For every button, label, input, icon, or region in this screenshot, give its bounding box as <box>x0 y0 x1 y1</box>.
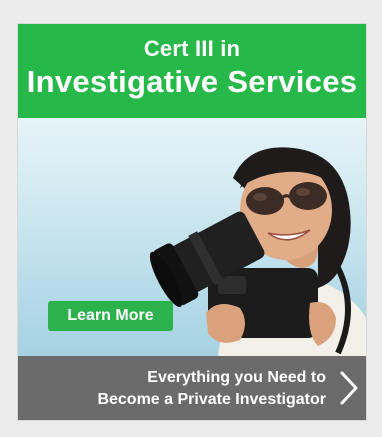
footer-line2: Become a Private Investigator <box>97 391 326 408</box>
course-ad-banner[interactable]: Cert III in Investigative Services Learn… <box>18 24 366 420</box>
learn-more-button[interactable]: Learn More <box>48 301 173 331</box>
ad-heading-line1: Cert III in <box>143 36 241 61</box>
footer-line1: Everything you Need to <box>147 369 326 386</box>
ad-footer[interactable]: Everything you Need to Become a Private … <box>18 356 366 420</box>
ad-header: Cert III in Investigative Services <box>18 24 366 118</box>
ad-heading-line2: Investigative Services <box>26 64 358 99</box>
chevron-right-icon[interactable] <box>338 370 360 406</box>
